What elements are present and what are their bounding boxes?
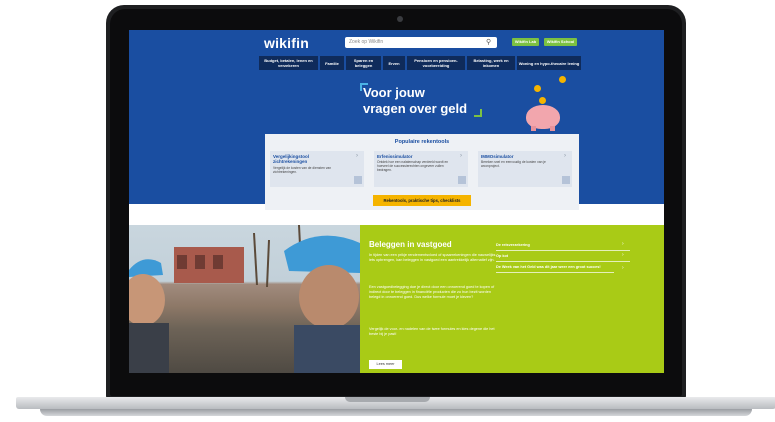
calculator-icon: [562, 176, 570, 184]
coin-icon: [534, 85, 541, 92]
feature-section: Beleggen in vastgoed In tijden van een p…: [360, 225, 664, 373]
hero-heading-line1: Voor jouw: [363, 85, 425, 100]
feature-title: Beleggen in vastgoed: [369, 240, 452, 249]
rekentools-title: Populaire rekentools: [394, 139, 450, 145]
card-text: Vergelijk de kosten van de diensten van …: [273, 166, 332, 174]
nav-item-erven[interactable]: Erven: [383, 56, 405, 70]
piggy-bank-leg: [550, 126, 555, 131]
chevron-right-icon: ›: [622, 252, 624, 258]
piggy-bank-leg: [531, 126, 536, 131]
nav-item-pensioen[interactable]: Pensioen en pensioen-voorbereiding: [407, 56, 465, 70]
chevron-right-icon: ›: [622, 241, 624, 247]
card-text: Bereken snel en eenvoudig de kosten van …: [481, 160, 546, 168]
read-more-button[interactable]: Lees meer: [369, 360, 402, 369]
feature-paragraph: In tijden van een prikje rendementsvloed…: [369, 253, 496, 262]
photo-illustration: [129, 225, 360, 373]
chevron-right-icon: ›: [564, 153, 566, 159]
rekentools-cta-button[interactable]: Rekentools, praktische tips, checklists: [373, 195, 471, 206]
chevron-right-icon: ›: [356, 153, 358, 159]
nav-item-belasting[interactable]: Belasting, werk en inkomen: [467, 56, 515, 70]
bracket-close-decoration: [474, 109, 482, 117]
card-title: Vergelijkingstool zichtrekeningen: [273, 154, 310, 164]
website-screen: wikifin Zoek op Wikifin ⚲ Wikifin Lab Wi…: [129, 30, 664, 373]
laptop-base-shadow: [40, 409, 752, 416]
rekentool-card[interactable]: IMMOsimulator Bereken snel en eenvoudig …: [478, 151, 572, 187]
related-link[interactable]: De Week van het Geld was dit jaar weer e…: [496, 265, 614, 273]
webcam-icon: [397, 16, 403, 22]
rekentools-panel: Populaire rekentools Vergelijkingstool z…: [265, 134, 579, 210]
construction-workers-photo: [129, 225, 360, 373]
card-title: IMMOsimulator: [481, 154, 514, 159]
card-title: Erfenissimulator: [377, 154, 413, 159]
hero-heading: Voor jouw vragen over geld: [363, 85, 467, 117]
coin-icon: [559, 76, 566, 83]
related-link[interactable]: Op kot: [496, 254, 630, 262]
chevron-right-icon: ›: [622, 265, 624, 271]
nav-item-woning[interactable]: Woning en hypo-thecaire lening: [517, 56, 581, 70]
site-logo[interactable]: wikifin: [264, 35, 309, 51]
search-icon[interactable]: ⚲: [486, 38, 495, 47]
calculator-icon: [354, 176, 362, 184]
feature-paragraph: Vergelijk de voor- en nadelen van de twe…: [369, 327, 495, 336]
nav-item-sparen[interactable]: Sparen en beleggen: [346, 56, 381, 70]
rekentool-card[interactable]: Vergelijkingstool zichtrekeningen Vergel…: [270, 151, 364, 187]
wikifin-school-button[interactable]: Wikifin School: [544, 38, 577, 46]
coin-icon: [539, 97, 546, 104]
card-text: Ontdek hoe een nalatenschap verdeeld wor…: [377, 160, 449, 172]
laptop-notch: [345, 397, 430, 402]
related-link[interactable]: De reisverzekering: [496, 243, 630, 251]
wikifin-lab-button[interactable]: Wikifin Lab: [512, 38, 539, 46]
nav-item-budget[interactable]: Budget, betalen, lenen en verzekeren: [259, 56, 318, 70]
chevron-right-icon: ›: [460, 153, 462, 159]
feature-paragraph: Een vastgoedbelegging doe je direct door…: [369, 285, 495, 299]
search-input[interactable]: Zoek op Wikifin: [345, 37, 497, 48]
calculator-icon: [458, 176, 466, 184]
nav-item-familie[interactable]: Familie: [320, 56, 344, 70]
rekentool-card[interactable]: Erfenissimulator Ontdek hoe een nalatens…: [374, 151, 468, 187]
hero-heading-line2: vragen over geld: [363, 101, 468, 116]
